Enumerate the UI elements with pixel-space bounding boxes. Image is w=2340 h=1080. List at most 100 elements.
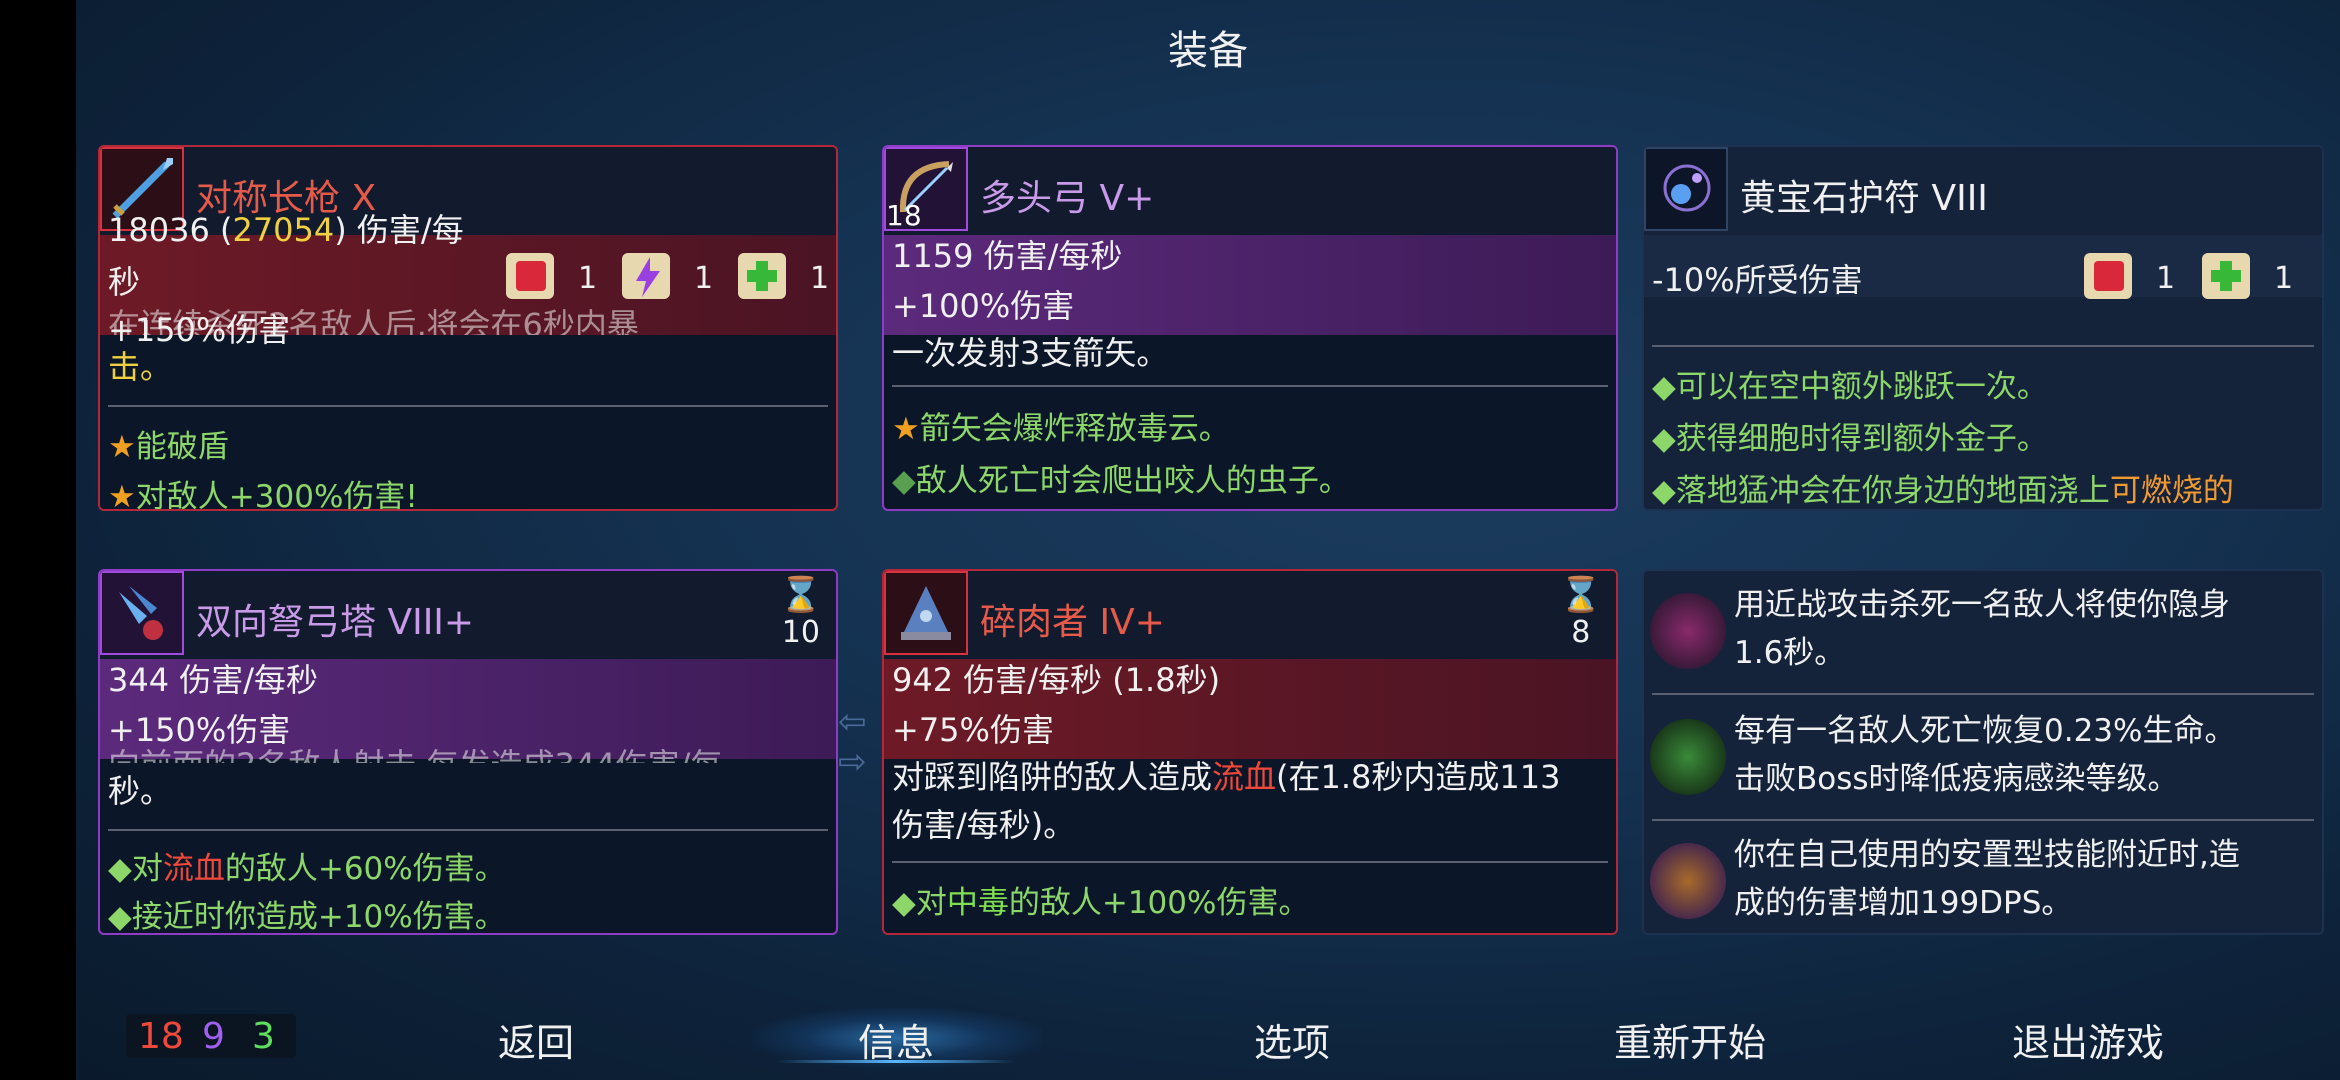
scroll-stats-counter: 18 9 3 [126, 1014, 296, 1058]
cooldown: ⌛ 10 [780, 575, 822, 650]
divider [892, 861, 1608, 863]
equipment-card-primary-weapon[interactable]: 对称长枪 X 18036 (27054) 伤害/每 秒 +150%伤害 在连续杀… [98, 145, 838, 511]
mutation-line: 1.6秒。 [1734, 635, 1846, 671]
mutation-line: 每有一名敌人死亡恢复0.23%生命。 [1734, 713, 2236, 749]
tab-options[interactable]: 选项 [1202, 1012, 1382, 1067]
assassin-mutation-icon [1650, 593, 1726, 669]
equipment-card-secondary-weapon[interactable]: 18 多头弓 V+ 1159 伤害/每秒 +100%伤害 一次发射3支箭矢。 ★… [882, 145, 1618, 511]
cooldown: ⌛ 8 [1560, 575, 1602, 650]
mutation-row[interactable]: 每有一名敌人死亡恢复0.23%生命。 击败Boss时降低疫病感染等级。 [1650, 707, 2316, 817]
item-dps: 942 伤害/每秒 (1.8秒) [892, 661, 1221, 699]
necromancy-mutation-icon [1650, 719, 1726, 795]
brutality-count: 18 [138, 1016, 184, 1057]
divider [1652, 345, 2314, 347]
tactician-mutation-icon [1650, 843, 1726, 919]
dps-boosted: 27054 [232, 211, 335, 249]
dps-unit: 伤害/每 [356, 211, 464, 249]
bullet-line: ★能破盾 [108, 421, 229, 466]
item-description-overflow: 在连续杀死2名敌人后,将会在6秒内暴 [108, 306, 639, 335]
survival-count: 3 [252, 1016, 275, 1057]
amulet-icon [1644, 147, 1728, 231]
mutation-line: 你在自己使用的安置型技能附近时,造 [1734, 837, 2240, 873]
survival-scroll-icon [730, 243, 796, 309]
bullet-highlight: 中毒 [946, 885, 1009, 921]
mutations-panel[interactable]: 用近战攻击杀死一名敌人将使你隐身 1.6秒。 每有一名敌人死亡恢复0.23%生命。… [1642, 569, 2324, 935]
star-icon: ★ [108, 479, 136, 511]
scroll-count: 1 [810, 261, 830, 296]
desc-highlight: 流血 [1212, 758, 1277, 796]
bullet-line: ◆可以在空中额外跳跃一次。 [1652, 369, 2048, 405]
item-bonus: +100%伤害 [892, 287, 1075, 325]
desc-text: (在1.8秒内造成113 [1276, 758, 1561, 796]
bullet-text: 对 [131, 851, 163, 887]
survival-scroll-icon [2194, 243, 2260, 309]
bullet-line: ◆接近时你造成+10%伤害。 [108, 899, 506, 935]
desc-text: 伤害/每秒)。 [892, 806, 1076, 844]
brutality-scroll-icon [498, 243, 564, 309]
scroll-count: 1 [2274, 261, 2294, 296]
bullet-text: 对敌人+300%伤害! [135, 479, 418, 511]
bullet-text: 可以在空中额外跳跃一次。 [1675, 369, 2048, 405]
item-dps: 1159 伤害/每秒 [892, 237, 1123, 275]
restart-button[interactable]: 重新开始 [1580, 1012, 1800, 1067]
scroll-count: 1 [2156, 261, 2176, 296]
equipment-card-skill-1[interactable]: 双向弩弓塔 VIII+ ⌛ 10 344 伤害/每秒 +150%伤害 向前面的2… [98, 569, 838, 935]
game-screen: 装备 对称长枪 X 18036 (27054) 伤害/每 秒 +150%伤害 在… [76, 0, 2340, 1080]
desc-text: 击。 [108, 348, 173, 386]
bullet-highlight: 流血 [162, 851, 225, 887]
item-dps: 18036 (27054) 伤害/每 [108, 211, 464, 249]
item-name: 碎肉者 IV+ [980, 602, 1165, 643]
bullet-text: 箭矢会爆炸释放毒云。 [919, 411, 1230, 447]
star-icon: ★ [892, 411, 920, 447]
bullet-text: 敌人死亡时会爬出咬人的虫子。 [915, 463, 1350, 499]
bullet-text: 对 [915, 885, 947, 921]
bullet-highlight: 可燃烧的 [2109, 473, 2234, 509]
item-name: 多头弓 V+ [980, 178, 1155, 219]
desc-text: 对踩到陷阱的敌人造成 [892, 758, 1213, 796]
bullet-line: ◆敌人死亡时会爬出咬人的虫子。 [892, 455, 1350, 500]
bullet-line: ★箭矢会爆炸释放毒云。 [892, 403, 1230, 448]
tactics-scroll-icon [614, 243, 680, 309]
equipment-card-skill-2[interactable]: 碎肉者 IV+ ⌛ 8 942 伤害/每秒 (1.8秒) +75%伤害 对踩到陷… [882, 569, 1618, 935]
item-bonus: +75%伤害 [892, 711, 1054, 749]
brutality-scroll-icon [2076, 243, 2142, 309]
bullet-text: 获得细胞时得到额外金子。 [1675, 421, 2048, 457]
bullet-text: 的敌人+60%伤害。 [224, 851, 506, 887]
divider [108, 829, 828, 831]
bullet-line: ◆对流血的敌人+60%伤害。 [108, 851, 506, 887]
divider [892, 385, 1608, 387]
crossbow-turret-icon [100, 571, 184, 655]
bullet-line: ★对敌人+300%伤害! [108, 471, 418, 511]
quit-game-button[interactable]: 退出游戏 [1978, 1012, 2198, 1067]
swap-arrows-icon[interactable]: ⇦ ⇨ [838, 702, 878, 782]
diamond-icon: ◆ [892, 463, 916, 499]
dps-unit-wrap: 秒 [108, 263, 141, 301]
bullet-line: ◆对中毒的敌人+100%伤害。 [892, 885, 1310, 921]
tactics-count: 9 [202, 1016, 225, 1057]
item-description: 击。 [108, 343, 824, 391]
back-button[interactable]: 返回 [446, 1012, 626, 1067]
cooldown-value: 10 [781, 615, 820, 650]
divider [1652, 819, 2314, 821]
bullet-line: ◆落地猛冲会在你身边的地面浇上可燃烧的 [1652, 473, 2234, 509]
bullet-text: 的敌人+100%伤害。 [1008, 885, 1310, 921]
mutation-row[interactable]: 你在自己使用的安置型技能附近时,造 成的伤害增加199DPS。 [1650, 831, 2316, 933]
hourglass-icon: ⌛ [1559, 575, 1602, 615]
mutation-row[interactable]: 用近战攻击杀死一名敌人将使你隐身 1.6秒。 [1650, 581, 2316, 691]
item-stat: -10%所受伤害 [1652, 261, 1863, 299]
mutation-line: 击败Boss时降低疫病感染等级。 [1734, 761, 2179, 797]
bullet-text: 能破盾 [135, 429, 229, 465]
tab-info[interactable]: 信息 [806, 1012, 986, 1067]
mutation-text: 用近战攻击杀死一名敌人将使你隐身 1.6秒。 [1734, 581, 2308, 677]
meat-grinder-icon [884, 571, 968, 655]
bullet-line: ◆获得细胞时得到额外金子。 [1652, 421, 2048, 457]
item-description-overflow: 向前面的2名敌人射击,每发造成344伤害/每 [108, 741, 824, 763]
item-name: 黄宝石护符 VIII [1740, 178, 1988, 219]
divider [1652, 693, 2314, 695]
hourglass-icon: ⌛ [779, 575, 822, 615]
mutation-text: 每有一名敌人死亡恢复0.23%生命。 击败Boss时降低疫病感染等级。 [1734, 707, 2308, 803]
equipment-card-amulet[interactable]: 黄宝石护符 VIII -10%所受伤害 1 1 ◆可以在空中额外跳跃一次。 ◆获… [1642, 145, 2324, 511]
item-level: 18 [886, 199, 922, 232]
divider [108, 405, 828, 407]
dps-base: 18036 [108, 211, 210, 249]
